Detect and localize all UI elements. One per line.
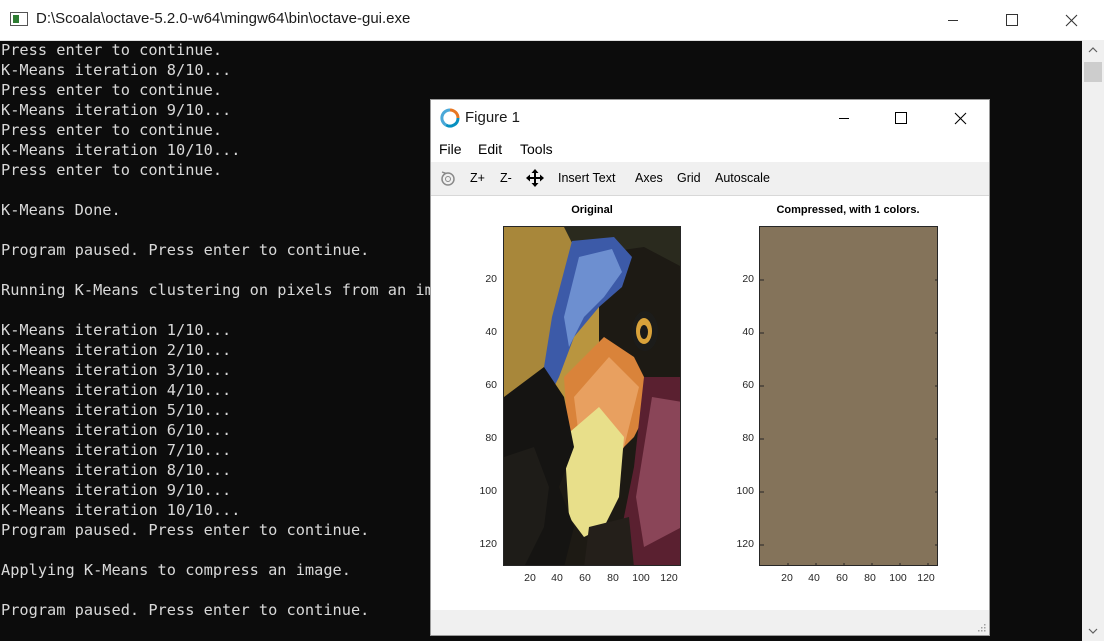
console-minimize-button[interactable] [924,0,982,40]
x-tick-label: 20 [781,572,793,584]
figure-minimize-button[interactable] [815,100,873,136]
console-scrollbar[interactable] [1082,40,1104,641]
x-tick-label: 120 [917,572,935,584]
bird-image [504,227,680,565]
figure-close-button[interactable] [931,100,989,136]
y-tick-label: 120 [479,538,497,550]
chevron-up-icon [1088,47,1098,53]
chevron-down-icon [1088,628,1098,634]
maximize-icon [1006,14,1018,26]
scroll-down-button[interactable] [1082,621,1104,641]
x-tick-label: 40 [808,572,820,584]
x-tick-label: 80 [607,572,619,584]
figure-menubar: File Edit Tools [431,136,989,162]
minimize-icon [948,20,958,21]
x-tick-label: 100 [632,572,650,584]
x-tick-label: 20 [524,572,536,584]
x-tick-label: 60 [836,572,848,584]
original-image-plot[interactable] [503,226,681,566]
pan-move-icon[interactable] [526,169,544,187]
y-tick-label: 80 [742,432,754,444]
zoom-in-button[interactable]: Z+ [470,171,485,185]
x-tick-label: 80 [864,572,876,584]
figure-window[interactable]: Figure 1 File Edit Tools Z+ Z- Insert Te… [430,99,990,636]
console-window-title: D:\Scoala\octave-5.2.0-w64\mingw64\bin\o… [36,10,411,27]
figure-titlebar: Figure 1 [431,100,989,136]
figure-canvas[interactable]: Original 20 40 60 80 100 120 20 40 60 80… [431,196,989,610]
minimize-icon [839,118,849,119]
maximize-icon [895,112,907,124]
axes-button[interactable]: Axes [635,171,663,185]
octave-logo-icon [440,108,460,128]
x-tick-label: 40 [551,572,563,584]
console-close-button[interactable] [1042,0,1100,40]
x-tick-label: 120 [660,572,678,584]
menu-tools[interactable]: Tools [520,141,553,157]
compressed-image-plot[interactable] [759,226,938,566]
menu-file[interactable]: File [439,141,462,157]
y-tick-label: 20 [742,273,754,285]
tick-marks [760,279,937,565]
console-line: Press enter to continue. [1,41,223,59]
y-tick-label: 20 [485,273,497,285]
menu-edit[interactable]: Edit [478,141,502,157]
axes-title-compressed: Compressed, with 1 colors. [776,204,920,216]
y-tick-label: 60 [742,379,754,391]
close-icon [954,112,966,124]
insert-text-button[interactable]: Insert Text [558,171,615,185]
figure-maximize-button[interactable] [872,100,930,136]
resize-grip-icon[interactable] [976,622,986,632]
y-tick-label: 40 [485,326,497,338]
x-tick-label: 100 [889,572,907,584]
scroll-thumb[interactable] [1084,62,1102,82]
zoom-out-button[interactable]: Z- [500,171,512,185]
console-maximize-button[interactable] [983,0,1041,40]
scroll-up-button[interactable] [1082,40,1104,60]
x-tick-label: 60 [579,572,591,584]
y-tick-label: 100 [736,485,754,497]
y-tick-label: 80 [485,432,497,444]
y-tick-label: 120 [736,538,754,550]
console-line: K-Means iteration 8/10... [1,61,232,79]
console-titlebar: D:\Scoala\octave-5.2.0-w64\mingw64\bin\o… [0,0,1104,41]
figure-statusbar [431,610,989,635]
y-tick-label: 60 [485,379,497,391]
close-icon [1065,14,1077,26]
grid-button[interactable]: Grid [677,171,701,185]
console-line: Press enter to continue. [1,81,223,99]
autoscale-button[interactable]: Autoscale [715,171,770,185]
figure-title: Figure 1 [465,109,521,126]
rotate-icon[interactable] [439,169,457,187]
y-tick-label: 40 [742,326,754,338]
y-tick-label: 100 [479,485,497,497]
figure-toolbar: Z+ Z- Insert Text Axes Grid Autoscale [431,162,989,196]
console-app-icon [10,12,28,26]
axes-title-original: Original [571,204,613,216]
